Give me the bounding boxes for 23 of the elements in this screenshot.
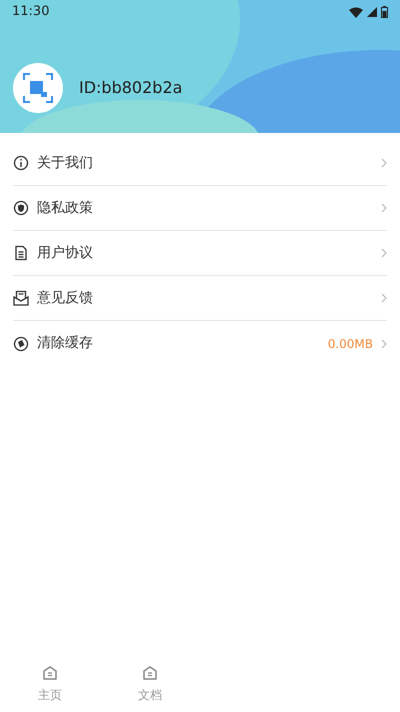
status-time: 11:30: [12, 3, 50, 22]
cache-size: 0.00MB: [328, 336, 373, 352]
menu-item[interactable]: 关于我们: [13, 141, 387, 186]
info-icon: [13, 155, 29, 171]
document-icon: [13, 245, 29, 261]
home-icon: [41, 664, 59, 682]
menu-item[interactable]: 隐私政策: [13, 186, 387, 231]
scan-icon: [23, 73, 53, 103]
chevron-icon: [381, 293, 387, 303]
chevron-icon: [381, 158, 387, 168]
mail-icon: [13, 290, 29, 306]
menu-item[interactable]: 清除缓存 0.00MB: [13, 321, 387, 366]
battery-icon: [381, 6, 388, 18]
chevron-icon: [381, 338, 387, 348]
chevron-icon: [381, 248, 387, 258]
home-icon: [141, 664, 159, 682]
wifi-icon: [349, 6, 363, 18]
user-id: ID:bb802b2a: [79, 77, 182, 99]
signal-icon: [367, 7, 377, 17]
shield-icon: [13, 200, 29, 216]
chevron-icon: [381, 203, 387, 213]
menu-item[interactable]: 意见反馈: [13, 276, 387, 321]
menu-item[interactable]: 用户协议: [13, 231, 387, 276]
